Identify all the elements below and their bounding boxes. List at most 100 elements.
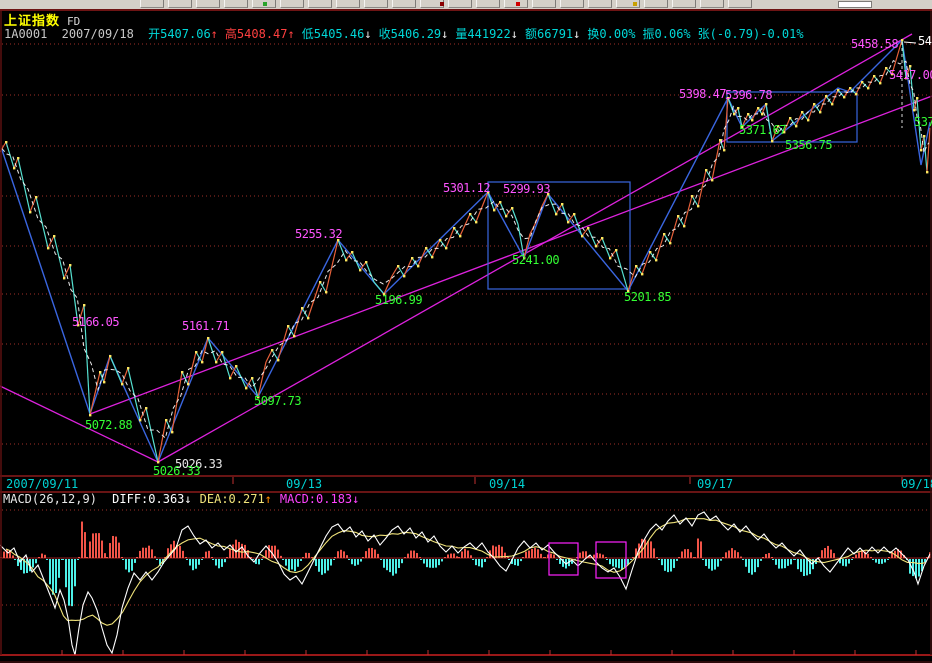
macd-histogram-bar-down [775,559,777,565]
macd-histogram-bar-down [324,559,326,573]
chart-canvas[interactable] [0,0,932,663]
macd-histogram-bar-up [404,557,406,558]
macd-histogram-bar-down [429,559,431,568]
macd-histogram-bar-down [62,559,64,560]
macd-histogram-bar-up [371,548,373,558]
macd-histogram-bar-up [495,547,497,558]
macd-histogram-bar-up [653,548,655,558]
analysis-rectangle [488,182,630,289]
macd-histogram-bar-down [333,559,335,560]
macd-histogram-bar-down [420,559,422,560]
macd-histogram-bar-up [413,551,415,558]
macd-histogram-bar-down [212,559,214,560]
price-pivot-dot [29,211,31,213]
price-pivot-dot [127,367,129,369]
price-line-segment [616,250,628,291]
price-line-segment [384,276,392,294]
macd-histogram-bar-down [68,559,70,606]
price-pivot-dot [319,281,321,283]
macd-histogram-bar-up [464,549,466,558]
macd-histogram-bar-up [185,557,187,558]
price-pivot-label: 5161.71 [182,321,229,332]
macd-histogram-bar-up [340,550,342,558]
macd-histogram-bar-up [365,551,367,558]
macd-histogram-bar-up [145,548,147,558]
macd-value: MACD:0.183↓ [280,493,359,506]
price-pivot-dot [109,355,111,357]
price-pivot-dot [431,256,433,258]
price-pivot-dot [13,167,15,169]
price-pivot-dot [475,221,477,223]
macd-histogram-bar-down [787,559,789,566]
price-pivot-dot [901,39,903,41]
macd-histogram-bar-up [690,552,692,558]
macd-histogram-bar-up [728,551,730,558]
price-pivot-dot [145,407,147,409]
price-pivot-dot [609,257,611,259]
price-line-segment [258,362,266,397]
price-pivot-dot [861,81,863,83]
macd-histogram-bar-up [507,557,509,558]
macd-histogram-bar-down [432,559,434,568]
price-pivot-dot [855,93,857,95]
macd-histogram-bar-up [38,557,40,558]
macd-histogram-bar-down [621,559,623,570]
macd-histogram-bar-up [824,548,826,558]
macd-histogram-bar-down [472,559,474,560]
macd-histogram-bar-up [734,550,736,558]
macd-histogram-bar-down [383,559,385,568]
macd-histogram-bar-down [438,559,440,565]
macd-histogram-bar-down [156,559,158,560]
price-pivot-dot [837,89,839,91]
price-pivot-dot [459,235,461,237]
macd-histogram-bar-down [215,559,217,566]
macd-histogram-bar-down [198,559,200,565]
macd-histogram-bar-down [74,559,76,586]
macd-histogram-bar-down [294,559,296,571]
price-line-segment [602,238,610,258]
macd-histogram-bar-up [833,553,835,558]
date-tick-label: 09/14 [489,478,525,490]
macd-histogram-bar-up [599,554,601,558]
price-pivot-dot [747,113,749,115]
macd-histogram-bar-up [308,553,310,558]
macd-histogram-bar-up [419,557,421,558]
price-pivot-dot [69,264,71,266]
price-line-segment [684,196,692,226]
macd-histogram-bar-down [757,559,759,567]
macd-histogram-bar-down [354,559,356,566]
macd-histogram-bar-up [410,551,412,558]
price-pivot-label: 537 [914,117,932,128]
macd-histogram-bar-down [794,559,796,560]
macd-histogram-bar-up [827,546,829,558]
macd-histogram-bar-down [742,559,744,560]
macd-histogram-bar-up [115,537,117,558]
price-pivot-dot [916,97,918,99]
price-pivot-label: 5371.67 [739,125,786,136]
price-pivot-label: 5026.33 [153,466,200,477]
macd-histogram-bar-down [77,559,79,560]
macd-histogram-bar-up [582,551,584,558]
macd-histogram-bar-down [288,559,290,571]
macd-histogram-bar-down [708,559,710,569]
price-pivot-dot [365,261,367,263]
price-pivot-dot [439,239,441,241]
macd-histogram-bar-down [478,559,480,566]
macd-histogram-bar-down [670,559,672,572]
macd-histogram-bar-up [456,556,458,558]
peak-callout-line [904,42,916,43]
price-pivot-dot [649,251,651,253]
macd-histogram-bar-up [855,555,857,558]
macd-histogram-bar-up [343,551,345,558]
macd-histogram-bar-up [602,555,604,558]
trading-app-window: 上证指数FD 1A0001 2007/09/18 开5407.06↑高5408.… [0,0,932,663]
price-pivot-dot [849,87,851,89]
price-pivot-label: 5301.12 [443,183,490,194]
macd-histogram-bar-down [878,559,880,564]
macd-histogram-bar-up [268,545,270,558]
macd-histogram-bar-down [514,559,516,565]
macd-histogram-bar-up [737,552,739,558]
macd-histogram-bar-down [517,559,519,566]
price-pivot-dot [771,140,773,142]
macd-histogram-bar-up [142,548,144,558]
